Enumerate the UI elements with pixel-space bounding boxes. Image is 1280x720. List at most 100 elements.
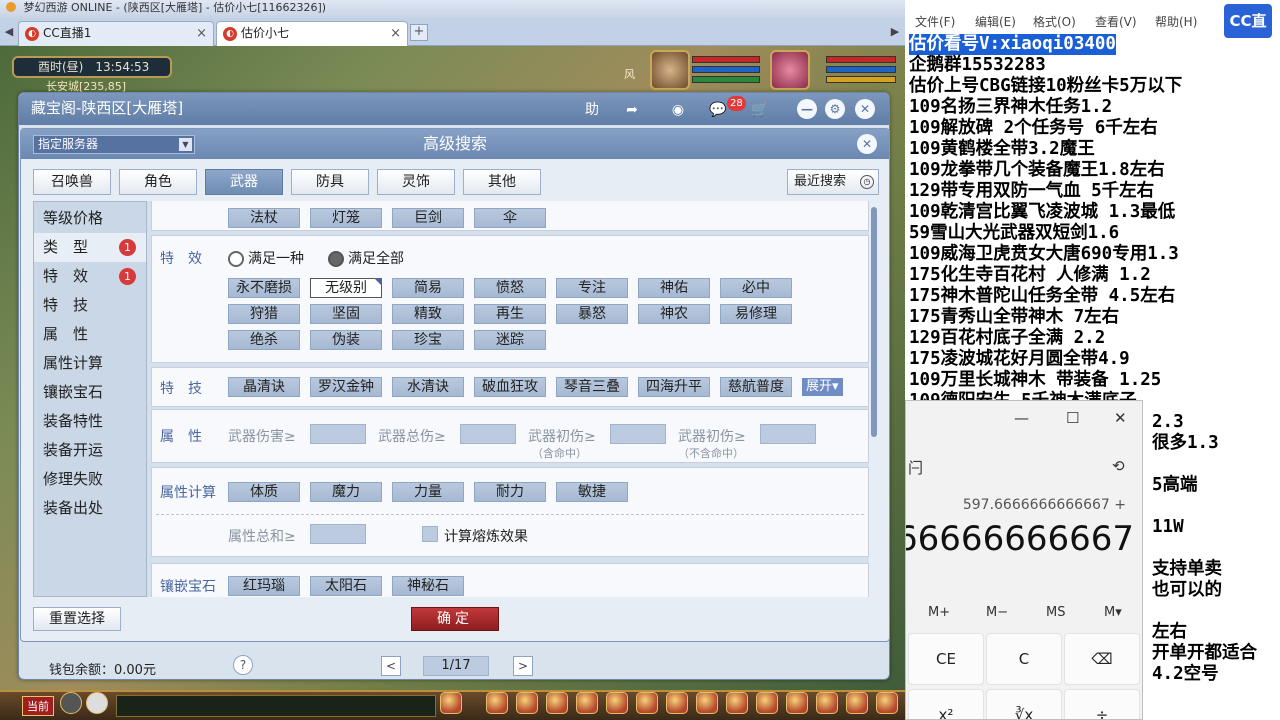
tab-character[interactable]: 角色 — [119, 169, 197, 195]
effect-option[interactable]: 专注 — [556, 278, 628, 298]
game-menu-icon-8[interactable] — [666, 692, 688, 714]
backspace-button[interactable]: ⌫ — [1064, 633, 1140, 685]
attr-sum-input[interactable] — [310, 524, 366, 544]
effect-option[interactable]: 易修理 — [720, 304, 792, 324]
history-icon[interactable]: ⟲ — [1112, 457, 1125, 475]
prev-page-button[interactable]: < — [381, 656, 401, 676]
help-question-icon[interactable]: ? — [233, 655, 253, 675]
effect-option-selected[interactable]: 无级别 — [310, 278, 382, 298]
effect-option[interactable]: 珍宝 — [392, 330, 464, 350]
game-menu-icon-1[interactable] — [440, 692, 462, 714]
sidebar-item-effect[interactable]: 特 效 1 — [34, 262, 146, 291]
game-menu-icon-2[interactable] — [486, 692, 508, 714]
search-close-icon[interactable]: ✕ — [857, 134, 877, 154]
cart-icon[interactable]: 🛒 — [749, 99, 771, 121]
share-icon[interactable]: ➦ — [621, 99, 643, 121]
calc-menu-icon[interactable]: 闩 — [908, 457, 923, 478]
assist-button[interactable]: 助 — [581, 99, 603, 121]
server-select[interactable]: 指定服务器 ▼ — [33, 135, 195, 154]
sidebar-item-type[interactable]: 类 型 1 — [34, 233, 146, 262]
tab-close-icon[interactable]: × — [196, 22, 207, 45]
game-menu-icon-13[interactable] — [846, 692, 868, 714]
tab-cc-live[interactable]: ◐ CC直播1 × — [18, 21, 214, 46]
sidebar-item-attr-calc[interactable]: 属性计算 — [34, 349, 146, 378]
attr-option[interactable]: 敏捷 — [556, 482, 628, 502]
tab-armor[interactable]: 防具 — [291, 169, 369, 195]
effect-option[interactable]: 神佑 — [638, 278, 710, 298]
effect-option[interactable]: 暴怒 — [556, 304, 628, 324]
recent-search-button[interactable]: 最近搜索 ◷ — [787, 169, 879, 195]
chat-input[interactable] — [116, 695, 436, 717]
skill-option[interactable]: 晶清诀 — [228, 377, 300, 397]
tab-summon-beast[interactable]: 召唤兽 — [33, 169, 111, 195]
effect-option[interactable]: 坚固 — [310, 304, 382, 324]
smiley-icon[interactable] — [816, 692, 838, 714]
dialog-close-icon[interactable]: ✕ — [855, 99, 875, 119]
game-menu-icon-3[interactable] — [516, 692, 538, 714]
menu-format[interactable]: 格式(O) — [1033, 13, 1076, 30]
game-menu-icon-4[interactable] — [546, 692, 568, 714]
gem-option[interactable]: 太阳石 — [310, 576, 382, 596]
skill-option[interactable]: 破血狂攻 — [474, 377, 546, 397]
square-button[interactable]: x² — [908, 689, 984, 719]
memory-add-button[interactable]: M+ — [928, 605, 950, 620]
game-menu-icon-7[interactable] — [636, 692, 658, 714]
menu-help[interactable]: 帮助(H) — [1155, 13, 1197, 30]
player-avatar[interactable] — [770, 50, 810, 90]
attr-option[interactable]: 力量 — [392, 482, 464, 502]
game-menu-icon-11[interactable] — [756, 692, 778, 714]
effect-option[interactable]: 绝杀 — [228, 330, 300, 350]
attr-option[interactable]: 耐力 — [474, 482, 546, 502]
gem-option[interactable]: 红玛瑙 — [228, 576, 300, 596]
weapon-initial-hit-input[interactable] — [610, 424, 666, 444]
tab-weapon[interactable]: 武器 — [205, 169, 283, 195]
gem-option[interactable]: 神秘石 — [392, 576, 464, 596]
effect-option[interactable]: 伪装 — [310, 330, 382, 350]
microphone-icon[interactable] — [60, 692, 82, 714]
new-tab-button[interactable]: + — [410, 24, 428, 41]
type-option[interactable]: 法杖 — [228, 208, 300, 228]
attr-option[interactable]: 体质 — [228, 482, 300, 502]
tab-appraisal[interactable]: ◐ 估价小七 × — [216, 21, 408, 46]
sidebar-item-skill[interactable]: 特 技 — [34, 291, 146, 320]
sidebar-item-level-price[interactable]: 等级价格 — [34, 204, 146, 233]
attr-option[interactable]: 魔力 — [310, 482, 382, 502]
sidebar-item-repair-fail[interactable]: 修理失败 — [34, 465, 146, 494]
menu-view[interactable]: 查看(V) — [1095, 13, 1137, 30]
memory-list-button[interactable]: M▾ — [1104, 605, 1122, 620]
tab-back-icon[interactable]: ◀ — [2, 23, 16, 41]
type-option[interactable]: 巨剑 — [392, 208, 464, 228]
message-icon[interactable]: 💬 — [707, 99, 729, 121]
sidebar-item-gems[interactable]: 镶嵌宝石 — [34, 378, 146, 407]
effect-option[interactable]: 狩猎 — [228, 304, 300, 324]
scrollbar-thumb[interactable] — [871, 207, 877, 437]
type-option[interactable]: 灯笼 — [310, 208, 382, 228]
tab-close-icon[interactable]: × — [390, 22, 401, 45]
pet-avatar[interactable] — [650, 50, 690, 90]
next-page-button[interactable]: > — [513, 656, 533, 676]
effect-option[interactable]: 永不磨损 — [228, 278, 300, 298]
divide-button[interactable]: ÷ — [1064, 689, 1140, 719]
memory-store-button[interactable]: MS — [1046, 605, 1065, 620]
game-menu-icon-14[interactable] — [876, 692, 898, 714]
sidebar-item-equip-trait[interactable]: 装备特性 — [34, 407, 146, 436]
calc-maximize-icon[interactable]: ☐ — [1066, 409, 1079, 427]
tab-forward-icon[interactable]: ▶ — [888, 23, 902, 41]
settings-icon[interactable]: ⚙ — [825, 99, 845, 119]
skill-option[interactable]: 水清诀 — [392, 377, 464, 397]
menu-file[interactable]: 文件(F) — [915, 13, 955, 30]
clear-entry-button[interactable]: CE — [908, 633, 984, 685]
effect-option[interactable]: 简易 — [392, 278, 464, 298]
skill-option[interactable]: 慈航普度 — [720, 377, 792, 397]
weapon-damage-input[interactable] — [310, 424, 366, 444]
chat-channel-button[interactable]: 当前 — [22, 696, 54, 716]
minimize-icon[interactable]: — — [797, 99, 817, 119]
memory-subtract-button[interactable]: M− — [986, 605, 1008, 620]
effect-option[interactable]: 再生 — [474, 304, 546, 324]
skill-option[interactable]: 琴音三叠 — [556, 377, 628, 397]
clear-button[interactable]: C — [986, 633, 1062, 685]
cube-root-button[interactable]: ∛x — [986, 689, 1062, 719]
game-menu-icon-10[interactable] — [726, 692, 748, 714]
type-option[interactable]: 伞 — [474, 208, 546, 228]
smelt-checkbox[interactable] — [422, 526, 438, 542]
